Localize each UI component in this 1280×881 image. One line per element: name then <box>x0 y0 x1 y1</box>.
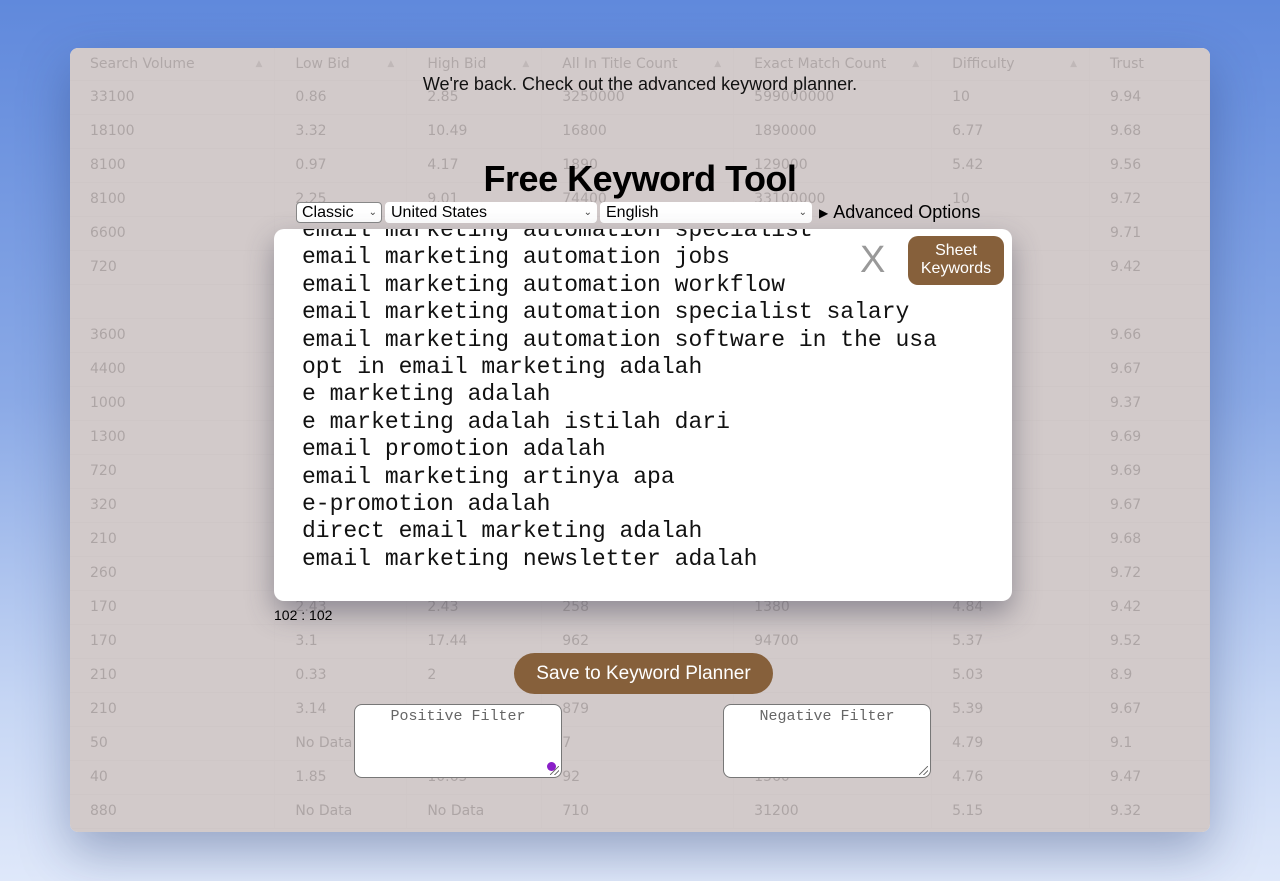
keyword-counter: 102 : 102 <box>274 607 333 623</box>
negative-filter-input[interactable]: Negative Filter <box>723 704 931 778</box>
keyword-line: e-promotion adalah <box>302 491 551 518</box>
keyword-line: opt in email marketing adalah <box>302 354 703 381</box>
save-to-keyword-planner-button[interactable]: Save to Keyword Planner <box>514 653 773 694</box>
keyword-line: email promotion adalah <box>302 436 606 463</box>
keyword-line: email marketing automation software in t… <box>302 326 937 353</box>
keyword-line: direct email marketing adalah <box>302 518 703 545</box>
resize-handle-icon[interactable] <box>919 766 928 775</box>
mode-select[interactable]: Classic ⌄ <box>296 202 382 223</box>
language-select[interactable]: English ⌄ <box>600 202 812 223</box>
negative-filter-placeholder: Negative Filter <box>759 708 895 725</box>
chevron-down-icon: ⌄ <box>583 207 592 218</box>
positive-filter-placeholder: Positive Filter <box>390 708 526 725</box>
announcement-banner[interactable]: We're back. Check out the advanced keywo… <box>70 74 1210 95</box>
advanced-options-label: Advanced Options <box>833 202 981 222</box>
keyword-line: e marketing adalah istilah dari <box>302 408 730 435</box>
sheet-keywords-button[interactable]: Sheet Keywords <box>908 236 1004 285</box>
resize-handle-icon[interactable] <box>550 766 559 775</box>
keyword-line: email marketing automation specialist sa… <box>302 299 910 326</box>
keywords-textarea[interactable]: email marketing automation specialist ema… <box>274 229 1012 601</box>
search-controls: Classic ⌄ United States ⌄ English ⌄ ▶ Ad… <box>296 202 980 223</box>
advanced-options-toggle[interactable]: ▶ Advanced Options <box>819 202 980 223</box>
chevron-down-icon: ⌄ <box>368 207 377 218</box>
keyword-line: email marketing newsletter adalah <box>302 545 758 572</box>
mode-select-value: Classic <box>302 203 354 221</box>
positive-filter-input[interactable]: Positive Filter <box>354 704 562 778</box>
chevron-down-icon: ⌄ <box>798 207 807 218</box>
keyword-line: e marketing adalah <box>302 381 551 408</box>
country-select-value: United States <box>391 203 488 221</box>
keyword-line: email marketing artinya apa <box>302 463 675 490</box>
app-window: Search Volume▲Low Bid▲High Bid▲All In Ti… <box>70 48 1210 832</box>
language-select-value: English <box>606 203 659 221</box>
page-title: Free Keyword Tool <box>483 158 797 199</box>
disclosure-triangle-icon: ▶ <box>819 205 829 220</box>
close-icon[interactable]: X <box>860 239 885 282</box>
country-select[interactable]: United States ⌄ <box>385 202 597 223</box>
